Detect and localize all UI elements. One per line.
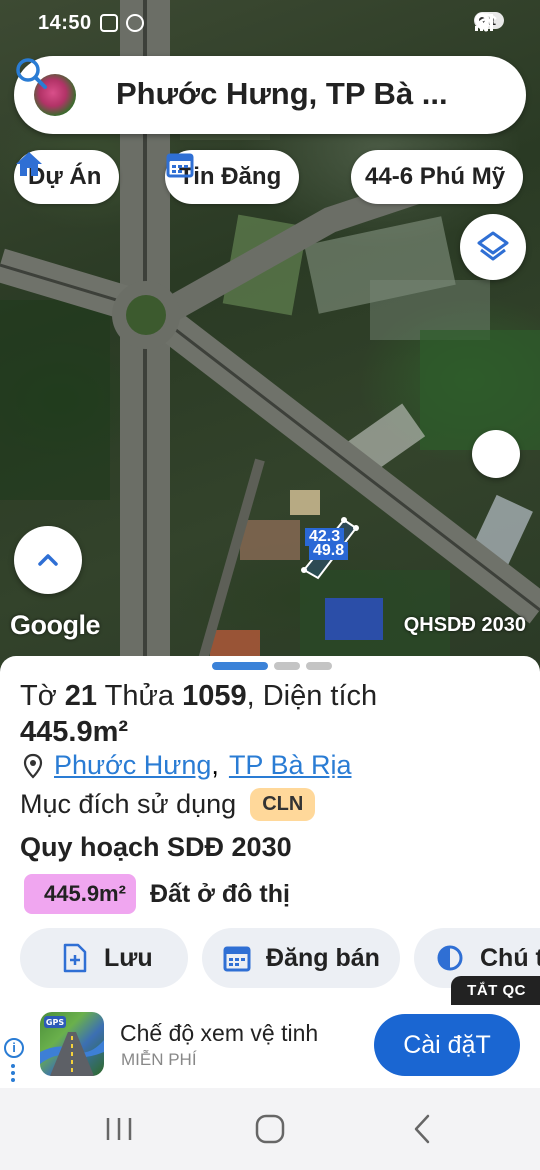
more-icon[interactable] <box>11 1064 17 1085</box>
info-icon[interactable]: i <box>4 1038 24 1058</box>
app-icon[interactable]: GPS <box>40 1012 104 1076</box>
chip-du-an[interactable]: Dự Án <box>14 150 120 204</box>
contrast-icon <box>437 945 463 971</box>
ward-link[interactable]: Phước Hưng <box>54 750 211 781</box>
settings-status-icon <box>126 14 144 32</box>
satellite-map-app-icon: GPS <box>40 1016 104 1076</box>
install-button[interactable]: Cài đặT <box>374 1014 520 1076</box>
layers-icon <box>477 231 509 261</box>
area-value: 445.9m² <box>20 716 129 748</box>
calendar-icon <box>223 946 251 972</box>
map-mode-label: QHSDĐ 2030 <box>403 614 526 636</box>
nav-buttons <box>96 1114 430 1144</box>
location-marker[interactable] <box>472 430 520 478</box>
home-icon <box>16 152 42 176</box>
app-icon-text: GPS <box>46 1018 64 1027</box>
post-sale-button[interactable]: Đăng bán <box>202 928 400 988</box>
status-bar: 14:50 51 <box>0 0 540 46</box>
page-indicator[interactable] <box>212 662 332 670</box>
location-pin-icon <box>23 753 43 779</box>
page-dot <box>274 662 300 670</box>
ad-subtitle: MIỄN PHÍ <box>121 1050 197 1069</box>
plan-area-badge: 445.9m² <box>24 874 136 914</box>
lot-number: 1059 <box>182 680 247 712</box>
save-label: Lưu <box>104 943 153 972</box>
parcel-summary: Tờ 21 Thửa 1059, Diện tích 445.9m² <box>20 678 520 750</box>
plan-title: Quy hoạch SDĐ 2030 <box>20 832 292 862</box>
city-link[interactable]: TP Bà Rịa <box>229 750 352 781</box>
close-ad-button[interactable]: TẮT QC <box>451 976 540 1005</box>
add-file-icon <box>63 943 87 973</box>
google-logo: Google <box>10 610 101 640</box>
chevron-up-icon <box>38 554 58 566</box>
signal-icon <box>474 14 493 31</box>
system-nav-bar <box>0 1088 540 1170</box>
sheet-prefix: Tờ <box>20 680 57 712</box>
separator: , <box>211 750 219 780</box>
ad-title[interactable]: Chế độ xem vệ tinh <box>120 1020 318 1047</box>
lot-prefix: Thửa <box>104 680 174 712</box>
chip-label: 44-6 Phú Mỹ <box>365 163 506 190</box>
expand-up-button[interactable] <box>14 526 82 594</box>
search-query[interactable]: Phước Hưng, TP Bà ... <box>116 76 448 112</box>
calendar-icon <box>166 153 194 178</box>
screenshot-icon <box>100 14 118 32</box>
satellite-map[interactable]: 42.3 49.8 14:50 51 Phước Hưng, TP Bà ...… <box>0 0 540 670</box>
chip-phu-my[interactable]: 44-6 Phú Mỹ <box>351 150 524 204</box>
layers-button[interactable] <box>460 214 526 280</box>
post-sale-label: Đăng bán <box>266 943 380 972</box>
area-prefix: , Diện tích <box>246 680 378 712</box>
note-label: Chú t <box>480 943 540 972</box>
save-button[interactable]: Lưu <box>20 928 188 988</box>
purpose-label: Mục đích sử dụng <box>20 789 237 819</box>
parcel-info-sheet: Tờ 21 Thửa 1059, Diện tích 445.9m² Phước… <box>0 656 540 1006</box>
search-bar[interactable]: Phước Hưng, TP Bà ... <box>14 56 526 134</box>
chip-tin-dang[interactable]: Tin Đăng <box>165 150 300 204</box>
plan-use: Đất ở đô thị <box>149 879 290 908</box>
page-dot <box>306 662 332 670</box>
sheet-number: 21 <box>64 680 98 712</box>
recents-button[interactable] <box>96 1114 144 1144</box>
location-line: Phước Hưng, TP Bà Rịa <box>22 750 352 781</box>
plan-row: 445.9m² Đất ở đô thị <box>24 874 290 914</box>
status-time: 14:50 <box>38 12 92 34</box>
purpose-badge: CLN <box>250 788 316 821</box>
home-button[interactable] <box>255 1114 285 1144</box>
search-icon[interactable] <box>14 56 48 90</box>
page-dot-active <box>212 662 268 670</box>
ad-banner[interactable]: TẮT QC i GPS Chế độ xem vệ tinh MIỄN PHÍ… <box>0 976 540 1088</box>
parcel-edge-label: 49.8 <box>309 542 349 560</box>
purpose-line: Mục đích sử dụng CLN <box>20 788 316 821</box>
back-button[interactable] <box>414 1114 430 1144</box>
